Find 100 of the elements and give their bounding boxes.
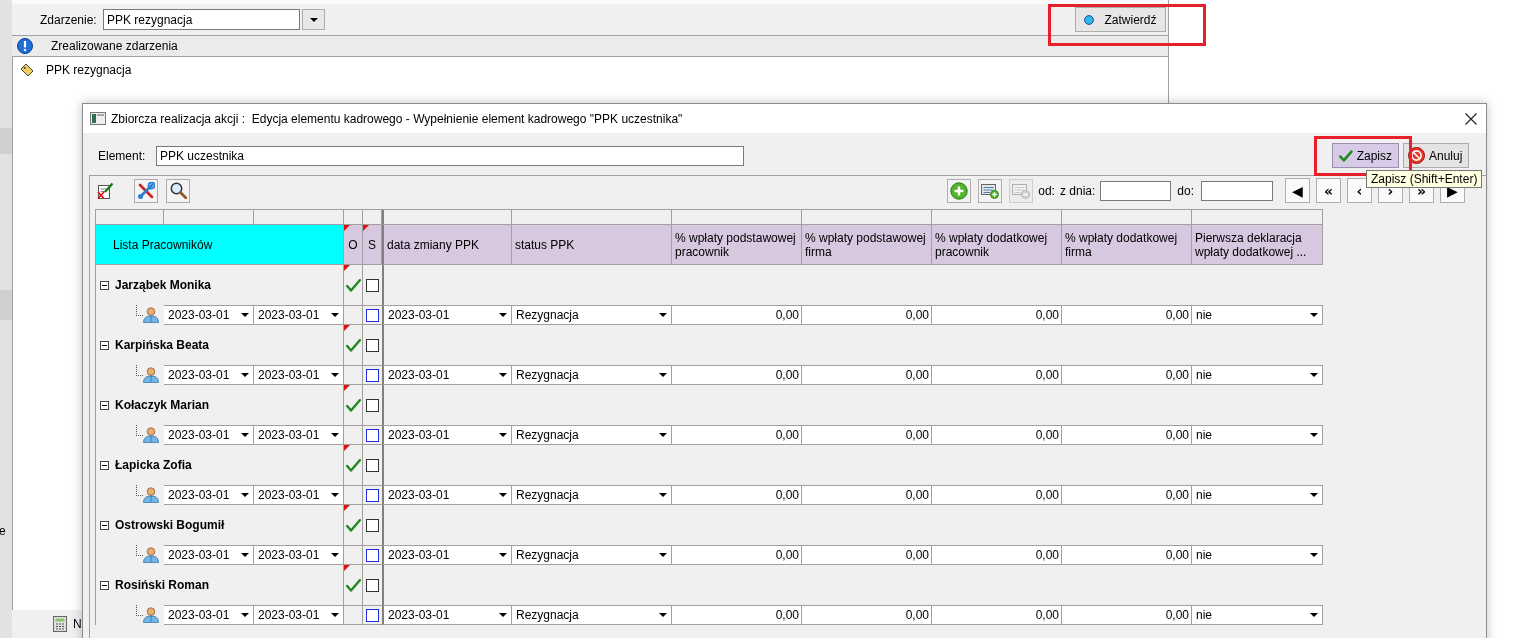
tools-button[interactable]	[134, 178, 158, 203]
declaration-dropdown[interactable]: nie	[1192, 305, 1323, 325]
checkbox[interactable]	[366, 308, 379, 322]
window-title: Zbiorcza realizacja akcji : Edycja elementu kadrowego - Wypełnienie element kadrowego "PPK uczestnika"	[111, 111, 683, 126]
person-icon	[143, 307, 159, 323]
collapse-icon[interactable]	[100, 340, 109, 350]
amount-cell: 0,00	[932, 545, 1062, 565]
date-dropdown[interactable]: 2023-03-01	[382, 605, 512, 625]
cancel-button[interactable]: Anuluj	[1403, 143, 1469, 168]
date-dropdown[interactable]: 2023-03-01	[382, 425, 512, 445]
status-dropdown[interactable]: Rezygnacja	[512, 305, 672, 325]
amount-cell: 0,00	[1062, 425, 1192, 445]
close-button[interactable]	[1465, 112, 1477, 125]
declaration-dropdown[interactable]: nie	[1192, 545, 1323, 565]
checkbox[interactable]	[366, 278, 379, 292]
card-minus-icon	[1012, 182, 1031, 199]
collapse-icon[interactable]	[100, 460, 109, 470]
calculator-icon[interactable]	[53, 616, 67, 632]
checkbox[interactable]	[366, 458, 379, 472]
date-dropdown[interactable]: 2023-03-01	[164, 305, 254, 325]
nav-button[interactable]: ◀	[1285, 178, 1310, 203]
checkbox[interactable]	[366, 488, 379, 502]
dropdown-arrow-icon	[659, 373, 667, 377]
nav-button[interactable]: «	[1316, 178, 1341, 203]
collapse-icon[interactable]	[100, 280, 109, 290]
edit-document-icon[interactable]	[97, 182, 114, 199]
amount-cell: 0,00	[802, 605, 932, 625]
date-dropdown[interactable]: 2023-03-01	[382, 545, 512, 565]
declaration-dropdown[interactable]: nie	[1192, 485, 1323, 505]
amount-cell: 0,00	[802, 305, 932, 325]
declaration-dropdown[interactable]: nie	[1192, 365, 1323, 385]
date-field[interactable]	[1100, 180, 1172, 201]
date-dropdown[interactable]: 2023-03-01	[164, 545, 254, 565]
date-dropdown[interactable]: 2023-03-01	[254, 605, 344, 625]
info-icon	[17, 38, 33, 54]
side-segment	[0, 128, 12, 154]
person-icon	[143, 547, 159, 563]
checkbox[interactable]	[366, 368, 379, 382]
dropdown-button[interactable]	[302, 9, 325, 30]
date-dropdown[interactable]: 2023-03-01	[164, 485, 254, 505]
status-dropdown[interactable]: Rezygnacja	[512, 605, 672, 625]
status-dropdown[interactable]: Rezygnacja	[512, 365, 672, 385]
dropdown-arrow-icon	[659, 493, 667, 497]
status-dropdown[interactable]: Rezygnacja	[512, 425, 672, 445]
window-icon	[90, 112, 106, 125]
amount-cell: 0,00	[802, 485, 932, 505]
checkbox[interactable]	[366, 338, 379, 352]
tree-connector	[136, 605, 143, 616]
search-button[interactable]	[166, 178, 190, 203]
dropdown-arrow-icon	[499, 493, 507, 497]
date-field[interactable]	[1201, 180, 1273, 201]
declaration-dropdown[interactable]: nie	[1192, 425, 1323, 445]
column-header: % wpłaty podstawowej pracownik	[672, 225, 802, 265]
add-record-button[interactable]	[978, 178, 1003, 203]
checkbox[interactable]	[366, 518, 379, 532]
amount-cell: 0,00	[672, 605, 802, 625]
date-dropdown[interactable]: 2023-03-01	[254, 485, 344, 505]
status-dropdown[interactable]: Rezygnacja	[512, 545, 672, 565]
column-header: % wpłaty podstawowej firma	[802, 225, 932, 265]
amount-cell: 0,00	[932, 305, 1062, 325]
date-dropdown[interactable]: 2023-03-01	[254, 425, 344, 445]
amount-cell: 0,00	[802, 545, 932, 565]
date-dropdown[interactable]: 2023-03-01	[254, 365, 344, 385]
collapse-icon[interactable]	[100, 520, 109, 530]
declaration-dropdown[interactable]: nie	[1192, 605, 1323, 625]
event-item[interactable]: PPK rezygnacja	[46, 63, 132, 77]
date-dropdown[interactable]: 2023-03-01	[164, 365, 254, 385]
dropdown-arrow-icon	[499, 553, 507, 557]
amount-cell: 0,00	[1062, 545, 1192, 565]
dropdown-arrow-icon	[241, 373, 249, 377]
person-icon	[143, 427, 159, 443]
checkbox[interactable]	[366, 608, 379, 622]
amount-cell: 0,00	[1062, 605, 1192, 625]
date-dropdown[interactable]: 2023-03-01	[164, 605, 254, 625]
employee-name: Ostrowski Bogumił	[115, 518, 225, 532]
date-dropdown[interactable]: 2023-03-01	[382, 485, 512, 505]
confirm-button[interactable]: Zatwierdź	[1075, 7, 1166, 32]
checkbox[interactable]	[366, 398, 379, 412]
dropdown-arrow-icon	[331, 433, 339, 437]
date-dropdown[interactable]: 2023-03-01	[382, 365, 512, 385]
nav-button[interactable]: ‹	[1347, 178, 1372, 203]
dropdown-arrow-icon	[659, 313, 667, 317]
save-button[interactable]: Zapisz	[1332, 143, 1399, 168]
status-dropdown[interactable]: Rezygnacja	[512, 485, 672, 505]
collapse-icon[interactable]	[100, 580, 109, 590]
checkbox[interactable]	[366, 428, 379, 442]
collapse-icon[interactable]	[100, 400, 109, 410]
element-field[interactable]: PPK uczestnika	[156, 145, 744, 166]
dropdown-arrow-icon	[499, 313, 507, 317]
date-dropdown[interactable]: 2023-03-01	[164, 425, 254, 445]
checkbox[interactable]	[366, 578, 379, 592]
amount-cell: 0,00	[672, 485, 802, 505]
checkbox[interactable]	[366, 548, 379, 562]
event-dropdown[interactable]: PPK rezygnacja	[103, 9, 300, 30]
date-dropdown[interactable]: 2023-03-01	[382, 305, 512, 325]
date-dropdown[interactable]: 2023-03-01	[254, 545, 344, 565]
plus-icon	[950, 181, 969, 200]
dot-icon	[1084, 14, 1095, 25]
add-button[interactable]	[947, 178, 972, 203]
date-dropdown[interactable]: 2023-03-01	[254, 305, 344, 325]
